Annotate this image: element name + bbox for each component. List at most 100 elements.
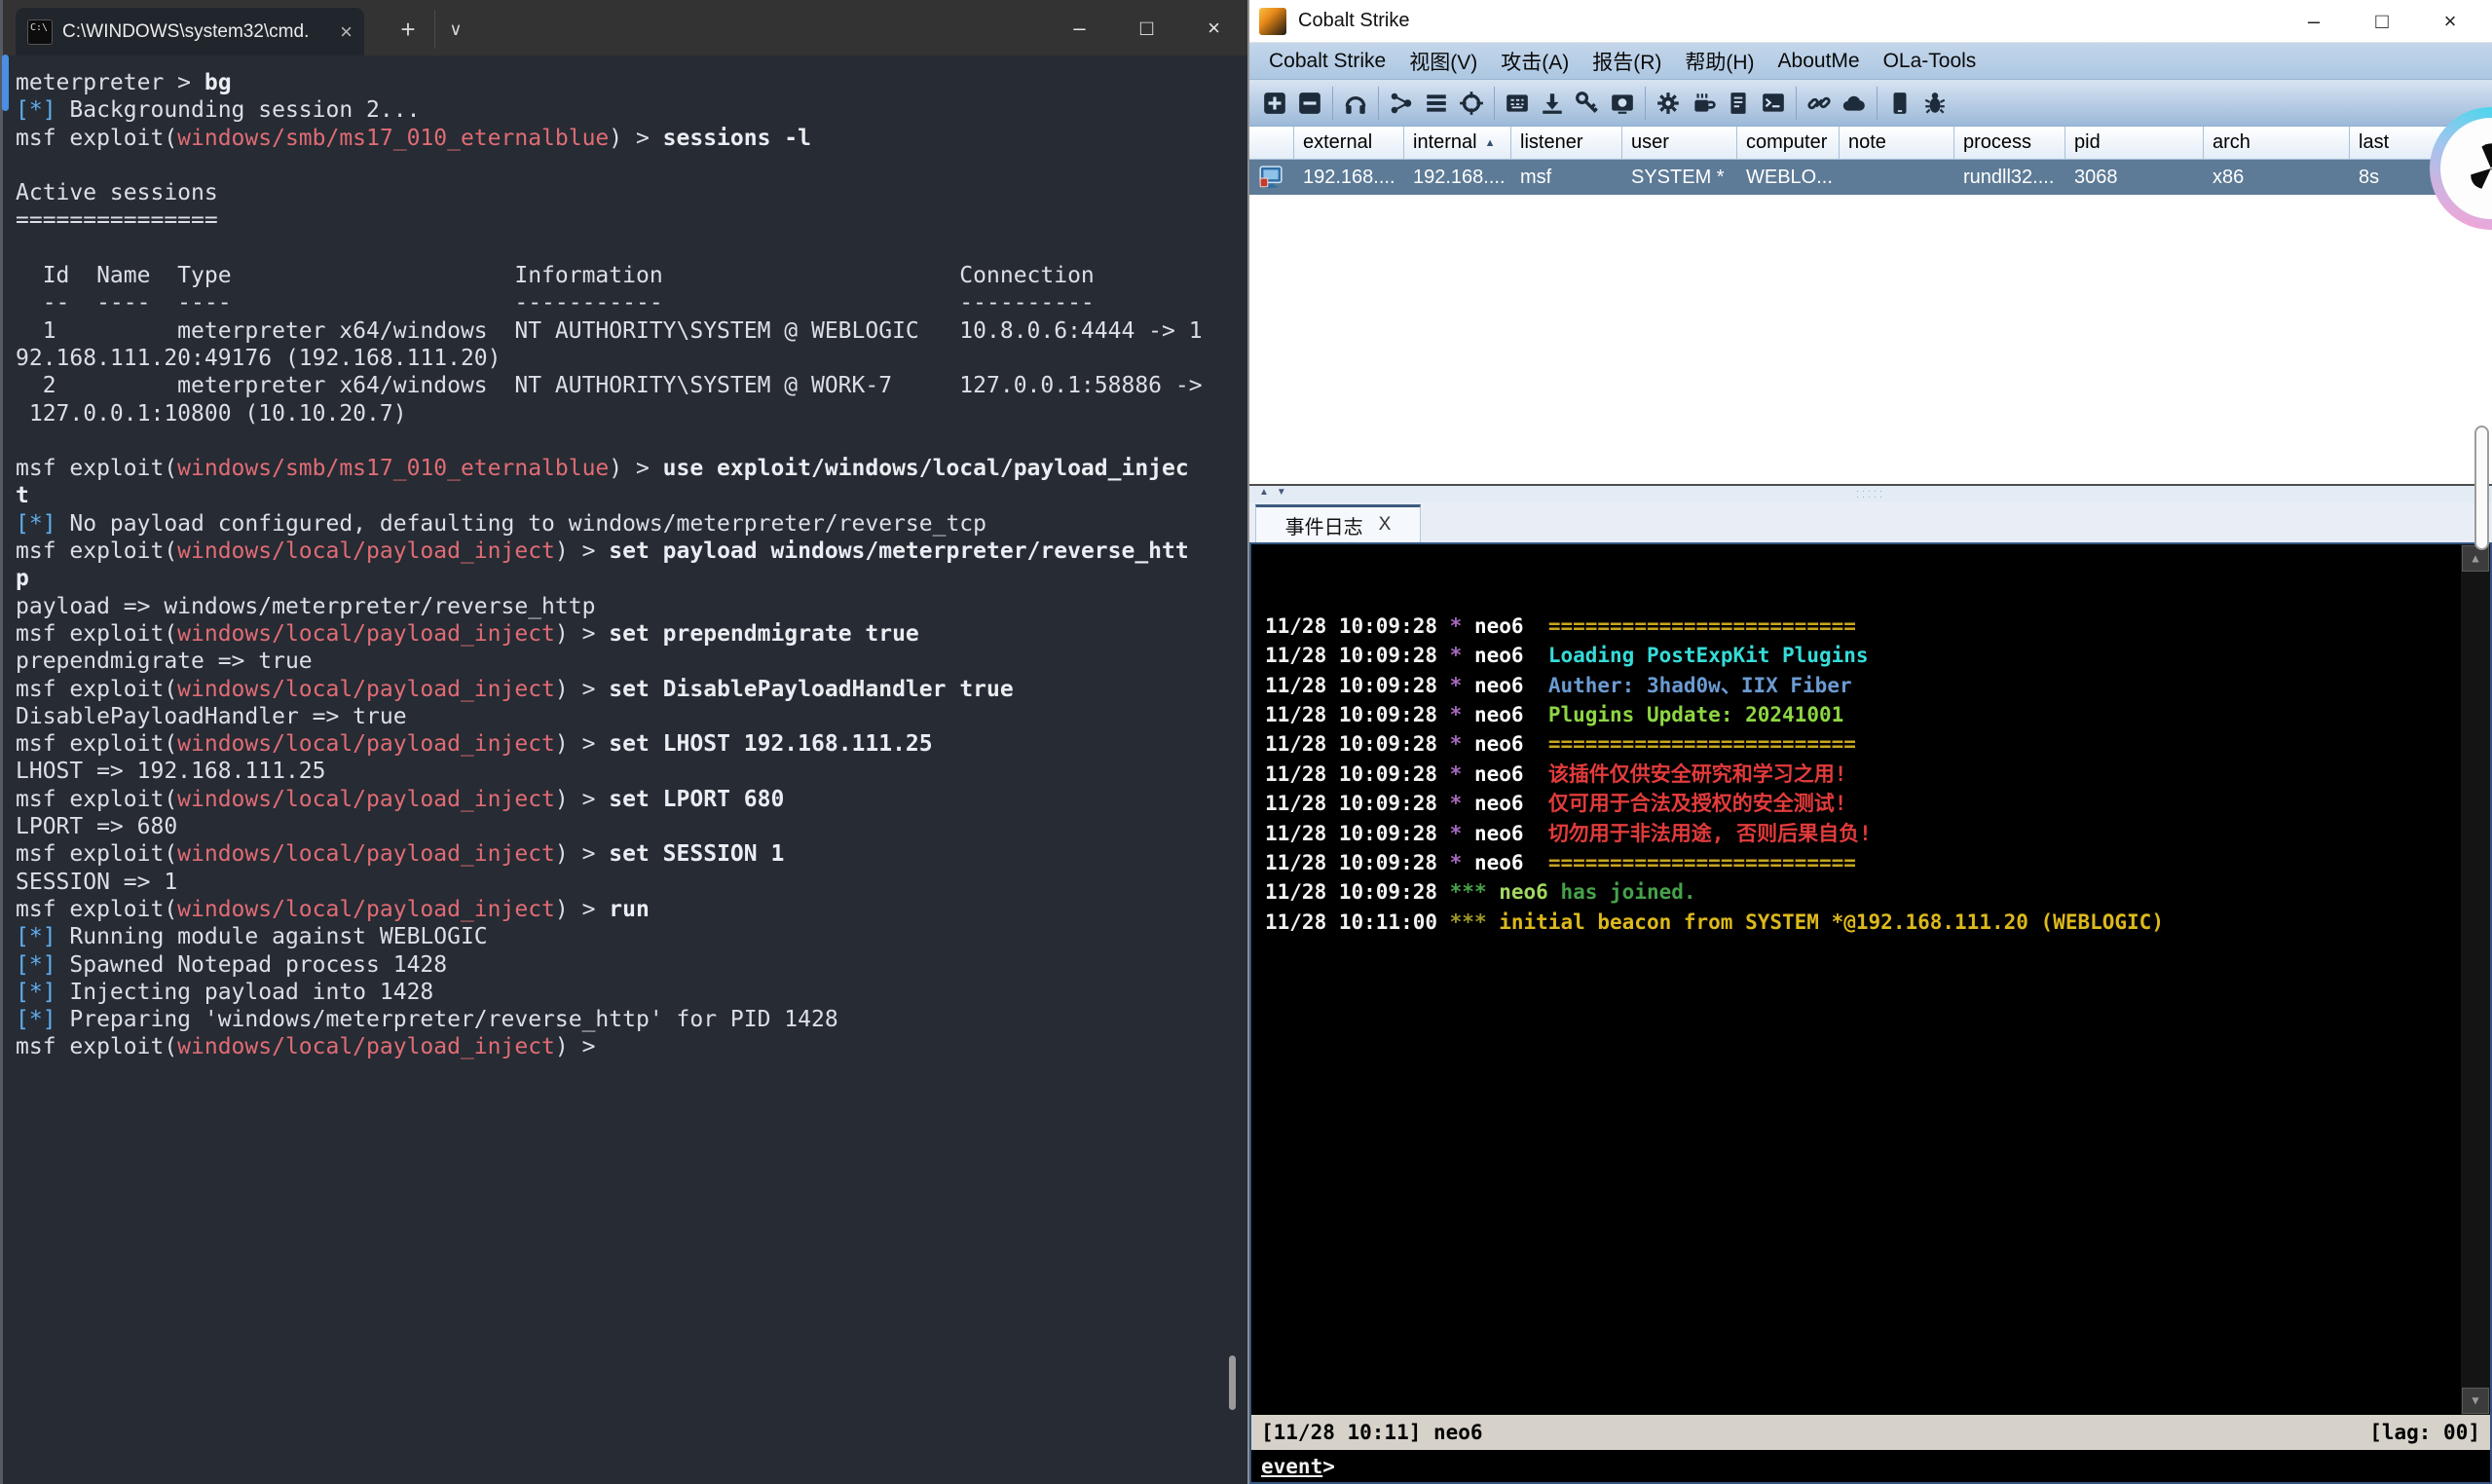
cobalt-app-icon — [1259, 8, 1286, 35]
new-tab-button[interactable]: + — [388, 10, 428, 49]
script-console-icon[interactable] — [1756, 86, 1791, 121]
keystrokes-icon[interactable] — [1500, 86, 1535, 121]
column-header-user[interactable]: user — [1622, 127, 1737, 159]
overlay-scrollbar[interactable] — [2474, 426, 2489, 550]
close-button[interactable]: × — [1180, 0, 1247, 56]
credentials-icon[interactable] — [1570, 86, 1605, 121]
scroll-down-icon[interactable]: ▼ — [2462, 1388, 2489, 1414]
terminal-line — [16, 427, 1238, 455]
cobalt-titlebar: Cobalt Strike – □ × — [1249, 0, 2492, 43]
cobalt-strike-window: Cobalt Strike – □ × Cobalt Strike视图(V)攻击… — [1249, 0, 2492, 1484]
close-connection-icon[interactable] — [1292, 86, 1327, 121]
reports-icon[interactable] — [1721, 86, 1756, 121]
terminal-line: t — [16, 482, 1238, 509]
column-header-arch[interactable]: arch — [2204, 127, 2350, 159]
connect-link-icon[interactable] — [1802, 86, 1837, 121]
cloud-icon[interactable] — [1837, 86, 1872, 121]
menu-item-3[interactable]: 报告(R) — [1581, 47, 1673, 76]
new-connection-icon[interactable] — [1257, 86, 1292, 121]
terminal-scrollbar-thumb[interactable] — [1229, 1355, 1236, 1410]
session-cell-external: 192.168.... — [1294, 160, 1404, 195]
terminal-line: prependmigrate => true — [16, 648, 1238, 675]
terminal-tab-bar: C:\ C:\WINDOWS\system32\cmd. × + ∨ – □ × — [3, 0, 1247, 56]
tab-close-icon[interactable]: X — [1379, 514, 1392, 536]
column-header-process[interactable]: process — [1954, 127, 2065, 159]
screenshots-icon[interactable] — [1605, 86, 1640, 121]
column-icon — [1249, 127, 1294, 159]
management-icon[interactable] — [1882, 86, 1917, 121]
session-cell-internal: 192.168.... — [1404, 160, 1511, 195]
column-header-internal[interactable]: internal▲ — [1404, 127, 1511, 159]
cobalt-menu-bar: Cobalt Strike视图(V)攻击(A)报告(R)帮助(H)AboutMe… — [1249, 43, 2492, 80]
event-prompt-suffix: > — [1322, 1455, 1335, 1478]
session-host-icon — [1249, 160, 1294, 195]
menu-item-0[interactable]: Cobalt Strike — [1257, 50, 1397, 73]
terminal-line: DisablePayloadHandler => true — [16, 703, 1238, 730]
downloads-icon[interactable] — [1535, 86, 1570, 121]
terminal-line: msf exploit(windows/smb/ms17_010_eternal… — [16, 455, 1238, 482]
terminal-line: -- ---- ---- ----------- ---------- — [16, 289, 1238, 316]
minimize-button[interactable]: – — [1046, 0, 1113, 56]
tab-event-log[interactable]: 事件日志 X — [1255, 504, 1421, 542]
cmd-icon: C:\ — [27, 19, 53, 45]
terminal-tab-cmd[interactable]: C:\ C:\WINDOWS\system32\cmd. × — [16, 8, 364, 56]
splitter-collapse-icons[interactable]: ▲▼ — [1259, 487, 1294, 498]
event-log-pane: 11/28 10:09:28 * neo6 ==================… — [1249, 542, 2492, 1484]
listeners-icon[interactable] — [1338, 86, 1373, 121]
menu-item-6[interactable]: OLa-Tools — [1872, 50, 1989, 73]
terminal-line: 1 meterpreter x64/windows NT AUTHORITY\S… — [16, 317, 1238, 345]
payload-generator-icon[interactable] — [1651, 86, 1686, 121]
pivot-graph-icon[interactable] — [1384, 86, 1419, 121]
event-log-tab-label: 事件日志 — [1285, 511, 1363, 539]
event-command-input[interactable]: event> — [1251, 1450, 2490, 1482]
cobalt-toolbar — [1249, 80, 2492, 127]
column-header-external[interactable]: external — [1294, 127, 1404, 159]
event-log-line: 11/28 10:09:28 * neo6 Auther: 3had0w、IIX… — [1265, 671, 2447, 700]
tab-dropdown-icon[interactable]: ∨ — [434, 10, 476, 49]
pane-splitter[interactable]: ▲▼ ·········· — [1249, 484, 2492, 502]
event-log-line: 11/28 10:09:28 * neo6 切勿用于非法用途, 否则后果自负! — [1265, 819, 2447, 848]
terminal-line — [16, 235, 1238, 262]
tab-close-icon[interactable]: × — [340, 19, 353, 45]
column-header-listener[interactable]: listener — [1511, 127, 1622, 159]
terminal-tab-title: C:\WINDOWS\system32\cmd. — [62, 21, 332, 43]
bug-report-icon[interactable] — [1917, 86, 1953, 121]
menu-item-1[interactable]: 视图(V) — [1397, 47, 1489, 76]
overlay-scrollbar-thumb[interactable] — [2, 55, 9, 111]
session-cell-user: SYSTEM * — [1622, 160, 1737, 195]
session-cell-listener: msf — [1511, 160, 1622, 195]
session-cell-computer: WEBLO... — [1737, 160, 1840, 195]
terminal-window: C:\ C:\WINDOWS\system32\cmd. × + ∨ – □ ×… — [0, 0, 1249, 1484]
terminal-line: msf exploit(windows/local/payload_inject… — [16, 786, 1238, 813]
targets-table-icon[interactable] — [1454, 86, 1489, 121]
terminal-output[interactable]: meterpreter > bg[*] Backgrounding sessio… — [3, 56, 1247, 1061]
event-log-line: 11/28 10:09:28 * neo6 仅可用于合法及授权的安全测试! — [1265, 789, 2447, 818]
event-log-line: 11/28 10:09:28 * neo6 ==================… — [1265, 612, 2447, 641]
event-log-console[interactable]: 11/28 10:09:28 * neo6 ==================… — [1251, 544, 2490, 1415]
menu-item-2[interactable]: 攻击(A) — [1489, 47, 1581, 76]
terminal-line: 92.168.111.20:49176 (192.168.111.20) — [16, 345, 1238, 372]
terminal-line: Id Name Type Information Connection — [16, 262, 1238, 289]
terminal-line: meterpreter > bg — [16, 69, 1238, 96]
session-row[interactable]: 192.168....192.168....msfSYSTEM *WEBLO..… — [1249, 160, 2492, 195]
terminal-line — [16, 152, 1238, 179]
web-drive-by-icon[interactable] — [1686, 86, 1721, 121]
minimize-button[interactable]: – — [2280, 0, 2348, 43]
column-header-computer[interactable]: computer — [1737, 127, 1840, 159]
close-button[interactable]: × — [2416, 0, 2484, 43]
menu-item-4[interactable]: 帮助(H) — [1673, 47, 1766, 76]
bottom-tab-strip: 事件日志 X — [1249, 502, 2492, 542]
splitter-grip[interactable]: ·········· — [1856, 488, 1885, 500]
maximize-button[interactable]: □ — [2348, 0, 2416, 43]
menu-item-5[interactable]: AboutMe — [1767, 50, 1872, 73]
maximize-button[interactable]: □ — [1113, 0, 1180, 56]
console-scrollbar[interactable]: ▲ ▼ — [2461, 544, 2490, 1415]
column-header-pid[interactable]: pid — [2065, 127, 2204, 159]
terminal-line: [*] Backgrounding session 2... — [16, 96, 1238, 124]
terminal-window-controls: – □ × — [1046, 0, 1247, 56]
terminal-line: [*] Injecting payload into 1428 — [16, 979, 1238, 1006]
sessions-table-icon[interactable] — [1419, 86, 1454, 121]
column-header-note[interactable]: note — [1840, 127, 1954, 159]
terminal-line: msf exploit(windows/local/payload_inject… — [16, 620, 1238, 648]
event-log-status-bar: [11/28 10:11] neo6 [lag: 00] — [1251, 1415, 2490, 1450]
